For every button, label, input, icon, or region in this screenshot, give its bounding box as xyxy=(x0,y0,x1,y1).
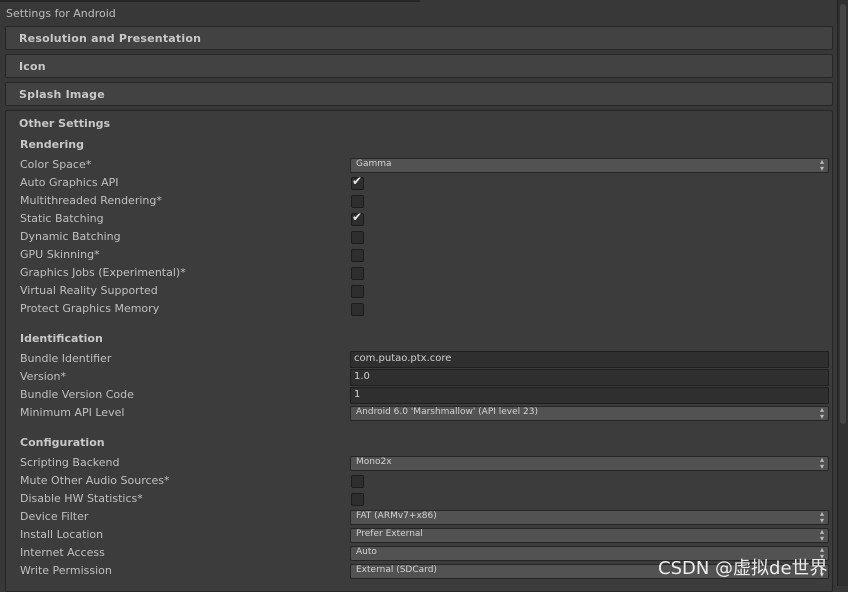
dropdown-value: Gamma xyxy=(356,159,392,169)
bundle-identifier-row: Bundle Identifier com.putao.ptx.core xyxy=(20,350,830,368)
mute-other-audio-label: Mute Other Audio Sources* xyxy=(20,474,170,487)
dropdown-arrows-icon: ▴ ▾ xyxy=(819,157,824,173)
version-field[interactable]: 1.0 xyxy=(350,369,829,386)
dropdown-value: Android 6.0 'Marshmallow' (API level 23) xyxy=(356,407,538,417)
foldout-splash-image[interactable]: Splash Image xyxy=(5,82,833,106)
graphics-jobs-row: Graphics Jobs (Experimental)* xyxy=(20,264,830,282)
min-api-level-row: Minimum API Level Android 6.0 'Marshmall… xyxy=(20,404,830,422)
color-space-label: Color Space* xyxy=(20,158,92,171)
page-title: Settings for Android xyxy=(6,7,116,20)
scripting-backend-label: Scripting Backend xyxy=(20,456,120,469)
device-filter-label: Device Filter xyxy=(20,510,89,523)
identification-header: Identification xyxy=(20,332,103,345)
checkmark-icon: ✔ xyxy=(352,174,363,188)
bundle-identifier-label: Bundle Identifier xyxy=(20,352,112,365)
foldout-icon[interactable]: Icon xyxy=(5,54,833,78)
gpu-skinning-row: GPU Skinning* xyxy=(20,246,830,264)
write-permission-label: Write Permission xyxy=(20,564,112,577)
mute-other-audio-row: Mute Other Audio Sources* xyxy=(20,472,830,490)
protect-graphics-memory-checkbox[interactable] xyxy=(351,303,364,316)
field-value: 1 xyxy=(354,389,361,400)
graphics-jobs-label: Graphics Jobs (Experimental)* xyxy=(20,266,186,279)
dropdown-value: FAT (ARMv7+x86) xyxy=(356,511,437,521)
field-value: 1.0 xyxy=(354,371,370,382)
disable-hw-stats-row: Disable HW Statistics* xyxy=(20,490,830,508)
min-api-level-label: Minimum API Level xyxy=(20,406,125,419)
install-location-row: Install Location Prefer External ▴ ▾ xyxy=(20,526,830,544)
multithreaded-rendering-checkbox[interactable] xyxy=(351,195,364,208)
auto-graphics-api-checkbox[interactable]: ✔ xyxy=(351,174,364,190)
bundle-version-code-label: Bundle Version Code xyxy=(20,388,134,401)
mute-other-audio-checkbox[interactable] xyxy=(351,475,364,488)
disable-hw-stats-checkbox[interactable] xyxy=(351,493,364,506)
foldout-label: Icon xyxy=(19,60,46,73)
gpu-skinning-label: GPU Skinning* xyxy=(20,248,100,261)
protect-graphics-memory-row: Protect Graphics Memory xyxy=(20,300,830,318)
color-space-dropdown[interactable]: Gamma ▴ ▾ xyxy=(350,158,829,173)
auto-graphics-api-row: Auto Graphics API ✔ xyxy=(20,174,830,192)
scrollbar-thumb[interactable] xyxy=(840,4,846,424)
static-batching-checkbox[interactable]: ✔ xyxy=(351,210,364,226)
vr-supported-label: Virtual Reality Supported xyxy=(20,284,158,297)
device-filter-dropdown[interactable]: FAT (ARMv7+x86) ▴ ▾ xyxy=(350,510,829,525)
dropdown-value: Auto xyxy=(356,547,377,557)
multithreaded-rendering-row: Multithreaded Rendering* xyxy=(20,192,830,210)
graphics-jobs-checkbox[interactable] xyxy=(351,267,364,280)
bundle-identifier-field[interactable]: com.putao.ptx.core xyxy=(350,351,829,368)
scripting-backend-dropdown[interactable]: Mono2x ▴ ▾ xyxy=(350,456,829,471)
dropdown-value: Prefer External xyxy=(356,529,423,539)
configuration-header: Configuration xyxy=(20,436,105,449)
dropdown-value: External (SDCard) xyxy=(356,565,437,575)
install-location-dropdown[interactable]: Prefer External ▴ ▾ xyxy=(350,528,829,543)
static-batching-row: Static Batching ✔ xyxy=(20,210,830,228)
watermark: CSDN @虚拟de世界 xyxy=(658,558,828,579)
version-label: Version* xyxy=(20,370,66,383)
disable-hw-stats-label: Disable HW Statistics* xyxy=(20,492,143,505)
foldout-label: Splash Image xyxy=(19,88,105,101)
color-space-row: Color Space* Gamma ▴ ▾ xyxy=(20,156,830,174)
rendering-header: Rendering xyxy=(20,138,84,151)
dropdown-value: Mono2x xyxy=(356,457,392,467)
gpu-skinning-checkbox[interactable] xyxy=(351,249,364,262)
dropdown-arrows-icon: ▴ ▾ xyxy=(819,527,824,543)
static-batching-label: Static Batching xyxy=(20,212,104,225)
install-location-label: Install Location xyxy=(20,528,104,541)
foldout-other-settings[interactable]: Other Settings xyxy=(19,117,110,130)
multithreaded-rendering-label: Multithreaded Rendering* xyxy=(20,194,162,207)
scripting-backend-row: Scripting Backend Mono2x ▴ ▾ xyxy=(20,454,830,472)
min-api-level-dropdown[interactable]: Android 6.0 'Marshmallow' (API level 23)… xyxy=(350,406,829,421)
bundle-version-code-row: Bundle Version Code 1 xyxy=(20,386,830,404)
vertical-scrollbar[interactable] xyxy=(837,0,848,586)
dropdown-arrows-icon: ▴ ▾ xyxy=(819,405,824,421)
vr-supported-row: Virtual Reality Supported xyxy=(20,282,830,300)
dropdown-arrows-icon: ▴ ▾ xyxy=(819,509,824,525)
foldout-resolution[interactable]: Resolution and Presentation xyxy=(5,26,833,50)
auto-graphics-api-label: Auto Graphics API xyxy=(20,176,119,189)
vr-supported-checkbox[interactable] xyxy=(351,285,364,298)
foldout-label: Resolution and Presentation xyxy=(19,32,202,45)
device-filter-row: Device Filter FAT (ARMv7+x86) ▴ ▾ xyxy=(20,508,830,526)
dynamic-batching-label: Dynamic Batching xyxy=(20,230,121,243)
internet-access-label: Internet Access xyxy=(20,546,105,559)
dynamic-batching-checkbox[interactable] xyxy=(351,231,364,244)
dropdown-arrows-icon: ▴ ▾ xyxy=(819,455,824,471)
version-row: Version* 1.0 xyxy=(20,368,830,386)
top-divider xyxy=(0,0,420,2)
checkmark-icon: ✔ xyxy=(352,210,363,224)
field-value: com.putao.ptx.core xyxy=(354,353,452,364)
protect-graphics-memory-label: Protect Graphics Memory xyxy=(20,302,160,315)
dynamic-batching-row: Dynamic Batching xyxy=(20,228,830,246)
bundle-version-code-field[interactable]: 1 xyxy=(350,387,829,404)
